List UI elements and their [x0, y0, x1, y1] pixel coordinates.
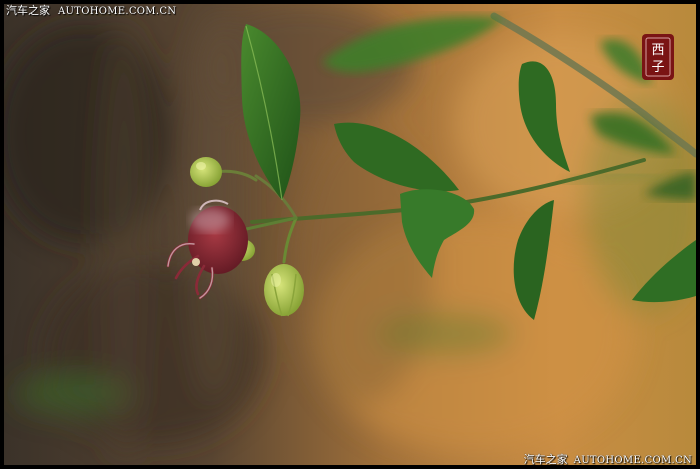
- photo-frame: 汽车之家 AUTOHOME.COM.CN 西 子 汽车之家 AUTOHOME.COM…: [0, 0, 700, 469]
- svg-text:西: 西: [651, 43, 664, 58]
- bud: [264, 264, 304, 316]
- watermark-bottom: 汽车之家 AUTOHOME.COM.CN: [524, 453, 692, 467]
- svg-text:子: 子: [651, 60, 664, 75]
- watermark-top-en: AUTOHOME.COM.CN: [58, 6, 177, 17]
- watermark-bottom-cn: 汽车之家: [523, 453, 568, 466]
- flower-photo: [4, 4, 696, 465]
- watermark-top-cn: 汽车之家: [6, 4, 50, 17]
- bud: [190, 157, 222, 187]
- watermark-bottom-en: AUTOHOME.COM.CN: [573, 455, 692, 466]
- watermark-top: 汽车之家 AUTOHOME.COM.CN: [6, 4, 176, 18]
- seal-stamp: 西 子: [642, 34, 674, 80]
